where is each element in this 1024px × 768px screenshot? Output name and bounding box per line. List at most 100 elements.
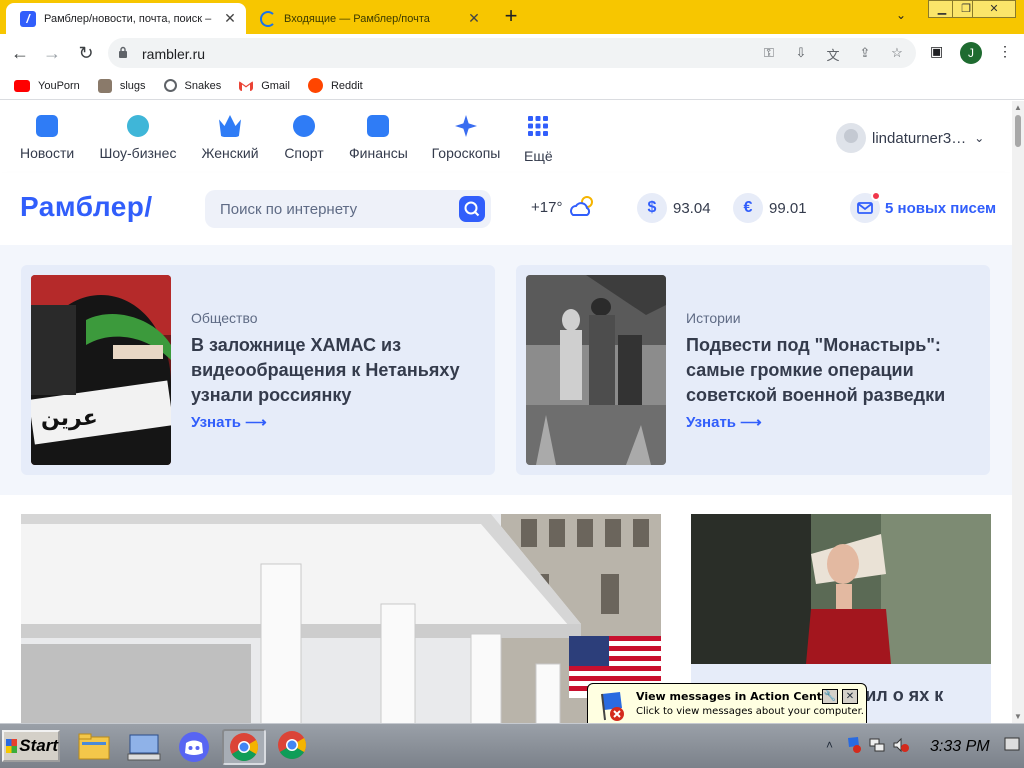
- bookmark-label: slugs: [119, 79, 146, 92]
- promo-section: عرين Общество В заложнице ХАМАС из видео…: [0, 245, 1012, 495]
- search-button[interactable]: [459, 196, 485, 222]
- bookmark-star-icon[interactable]: ☆: [888, 45, 906, 61]
- keyboard-icon: [127, 734, 161, 761]
- usd-rate[interactable]: $ 93.04: [637, 193, 711, 223]
- nav-horoscopes[interactable]: Гороскопы: [431, 115, 501, 161]
- network-icon[interactable]: [868, 736, 886, 754]
- promo-card[interactable]: Истории Подвести под "Монастырь": самые …: [516, 265, 990, 475]
- tab-rambler[interactable]: / Рамблер/новости, почта, поиск – ✕: [6, 3, 246, 34]
- svg-text:عرين: عرين: [41, 406, 98, 431]
- tab-title: Рамблер/новости, почта, поиск –: [44, 12, 212, 25]
- rambler-logo[interactable]: Рамблер/: [20, 191, 153, 223]
- close-balloon-icon[interactable]: ✕: [842, 689, 858, 704]
- taskbar: Start ˄ 3:33 PM: [0, 723, 1024, 768]
- learn-more-link[interactable]: Узнать ⟶: [686, 413, 762, 431]
- promo-card[interactable]: عرين Общество В заложнице ХАМАС из видео…: [21, 265, 495, 475]
- eur-rate[interactable]: € 99.01: [733, 193, 807, 223]
- taskbar-explorer[interactable]: [72, 729, 116, 765]
- nav-showbiz[interactable]: Шоу-бизнес: [98, 115, 178, 161]
- clock[interactable]: 3:33 PM: [930, 738, 990, 756]
- taskbar-discord[interactable]: [172, 729, 216, 765]
- image-icon: [97, 78, 112, 93]
- woman-red-dress-photo: [691, 514, 991, 664]
- browser-toolbar: ← → ↻ rambler.ru ⚿ ⇩ 文 ⇪ ☆ ▣ J ⋮: [0, 34, 1024, 72]
- taskbar-chrome-active[interactable]: [222, 729, 266, 765]
- bookmark-label: YouPorn: [38, 79, 80, 92]
- share-icon[interactable]: ⇪: [856, 45, 874, 61]
- bookmark-slugs[interactable]: slugs: [97, 78, 146, 93]
- mail-link[interactable]: 5 новых писем: [850, 191, 996, 223]
- usd-value: 93.04: [673, 199, 711, 217]
- close-tab-icon[interactable]: ✕: [466, 10, 482, 27]
- chrome-icon: [230, 733, 258, 761]
- youtube-icon: [14, 79, 30, 92]
- reload-button[interactable]: ↻: [74, 41, 98, 65]
- rambler-header: Рамблер/ Поиск по интернету +17° $ 93.04…: [0, 173, 1012, 245]
- forward-button[interactable]: →: [40, 41, 64, 65]
- bookmark-gmail[interactable]: Gmail: [239, 80, 290, 92]
- taskbar-osk[interactable]: [122, 729, 166, 765]
- search-input[interactable]: Поиск по интернету: [205, 190, 491, 228]
- new-tab-button[interactable]: +: [500, 5, 522, 28]
- scroll-down-icon[interactable]: ▼: [1014, 712, 1022, 721]
- close-tab-icon[interactable]: ✕: [222, 10, 238, 27]
- star-icon: [455, 115, 477, 137]
- chevron-down-icon: ⌄: [974, 131, 985, 145]
- key-icon[interactable]: ⚿: [760, 45, 778, 61]
- side-panel-icon[interactable]: ▣: [930, 43, 943, 60]
- back-button[interactable]: ←: [8, 41, 32, 65]
- news-icon: [36, 115, 58, 137]
- reddit-icon: [307, 78, 323, 93]
- nav-label: Финансы: [349, 145, 408, 161]
- translate-icon[interactable]: 文: [824, 45, 842, 63]
- grid-icon: [528, 116, 548, 136]
- nav-more[interactable]: Ещё: [524, 115, 553, 164]
- options-icon[interactable]: 🔧: [822, 689, 838, 704]
- card-headline[interactable]: В заложнице ХАМАС из видеообращения к Не…: [191, 333, 481, 408]
- close-window-button[interactable]: ✕: [972, 0, 1016, 18]
- scrollbar-thumb[interactable]: [1015, 115, 1021, 147]
- nav-news[interactable]: Новости: [20, 115, 74, 161]
- action-center-tray-icon[interactable]: [846, 736, 862, 754]
- volume-muted-icon[interactable]: [892, 736, 910, 754]
- tab-mail[interactable]: Входящие — Рамблер/почта ✕: [250, 3, 490, 34]
- action-center-flag-icon: [601, 692, 624, 721]
- nav-women[interactable]: Женский: [201, 115, 259, 161]
- card-rubric: Общество: [191, 310, 258, 326]
- notification-icon[interactable]: [1004, 736, 1020, 754]
- nav-finance[interactable]: Финансы: [349, 115, 408, 161]
- weather-temp[interactable]: +17°: [531, 199, 562, 216]
- user-avatar: [836, 123, 866, 153]
- profile-avatar[interactable]: J: [960, 42, 982, 64]
- racket-icon: [293, 115, 315, 137]
- search-placeholder: Поиск по интернету: [220, 201, 358, 218]
- crown-icon: [219, 115, 241, 137]
- start-button[interactable]: Start: [2, 730, 60, 762]
- euro-icon: €: [733, 193, 763, 223]
- taskbar-chrome[interactable]: [272, 729, 316, 765]
- bookmarks-bar: YouPorn slugs Snakes Gmail Reddit: [0, 72, 1024, 100]
- menu-kebab-icon[interactable]: ⋮: [998, 43, 1012, 60]
- tab-search-chevron-icon[interactable]: ⌄: [896, 8, 906, 22]
- learn-more-link[interactable]: Узнать ⟶: [191, 413, 267, 431]
- sun-cloud-icon: [570, 196, 593, 216]
- nav-sport[interactable]: Спорт: [283, 115, 325, 161]
- bookmark-youporn[interactable]: YouPorn: [14, 79, 80, 92]
- bookmark-reddit[interactable]: Reddit: [307, 78, 363, 93]
- nav-label: Спорт: [284, 145, 324, 161]
- install-icon[interactable]: ⇩: [792, 45, 810, 61]
- bookmark-snakes[interactable]: Snakes: [163, 79, 221, 92]
- nav-label: Шоу-бизнес: [99, 145, 177, 161]
- discord-icon: [179, 732, 209, 762]
- nav-label: Гороскопы: [431, 145, 501, 161]
- nav-label: Женский: [201, 145, 259, 161]
- address-bar[interactable]: rambler.ru ⚿ ⇩ 文 ⇪ ☆: [108, 38, 916, 68]
- white-house-photo[interactable]: [21, 514, 661, 723]
- scroll-up-icon[interactable]: ▲: [1014, 103, 1022, 112]
- user-menu[interactable]: lindaturner3… ⌄: [836, 123, 984, 153]
- page-scrollbar[interactable]: ▲ ▼: [1012, 101, 1024, 723]
- tab-strip: / Рамблер/новости, почта, поиск – ✕ Вход…: [0, 0, 1024, 34]
- bookmark-label: Gmail: [261, 79, 290, 92]
- card-headline[interactable]: Подвести под "Монастырь": самые громкие …: [686, 333, 976, 408]
- show-hidden-icons-icon[interactable]: ˄: [826, 738, 833, 752]
